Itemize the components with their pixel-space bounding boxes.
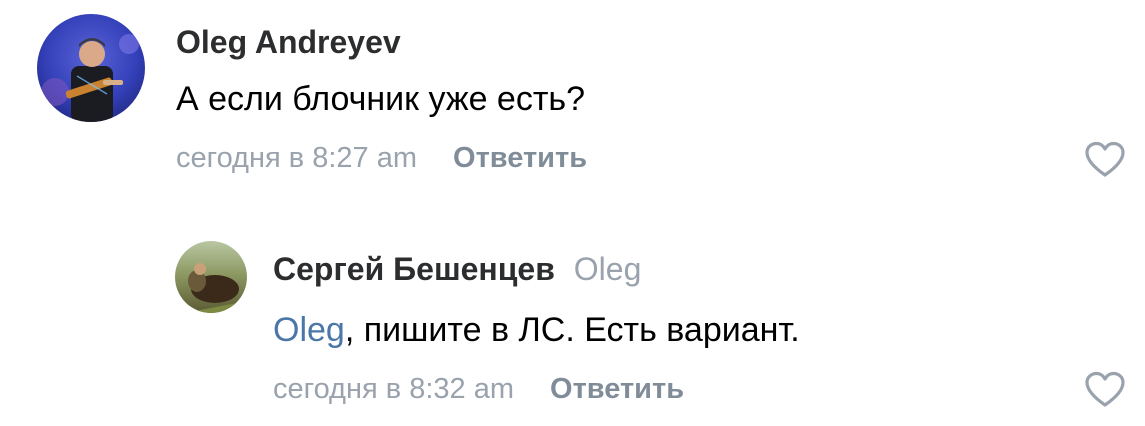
- comment-meta: сегодня в 8:32 am Ответить: [273, 371, 684, 407]
- heart-outline-icon: [1085, 141, 1125, 177]
- heart-outline-icon: [1085, 371, 1125, 407]
- author-name[interactable]: Сергей Бешенцев: [273, 251, 555, 287]
- comments-thread: Oleg Andreyev А если блочник уже есть? с…: [0, 0, 1145, 426]
- like-button[interactable]: [1084, 141, 1126, 179]
- comment-author[interactable]: Oleg Andreyev: [176, 22, 401, 62]
- comment-timestamp[interactable]: сегодня в 8:32 am: [273, 373, 514, 405]
- mention-link[interactable]: Oleg: [273, 311, 345, 349]
- like-button[interactable]: [1084, 371, 1126, 409]
- comment-timestamp[interactable]: сегодня в 8:27 am: [176, 142, 417, 174]
- comment-author[interactable]: Сергей Бешенцев Oleg: [273, 249, 641, 289]
- author-name[interactable]: Oleg Andreyev: [176, 24, 401, 60]
- comment-text: А если блочник уже есть?: [176, 77, 585, 121]
- comment-text: Oleg, пишите в ЛС. Есть вариант.: [273, 308, 800, 352]
- comment-body: , пишите в ЛС. Есть вариант.: [344, 311, 800, 349]
- comment-meta: сегодня в 8:27 am Ответить: [176, 140, 587, 176]
- comment-body: А если блочник уже есть?: [176, 80, 586, 118]
- reply-button[interactable]: Ответить: [550, 373, 684, 405]
- reply-to-name[interactable]: Oleg: [574, 251, 642, 287]
- avatar[interactable]: [37, 14, 145, 122]
- avatar[interactable]: [175, 241, 247, 313]
- avatar-photo: [175, 241, 247, 313]
- avatar-photo: [37, 14, 145, 122]
- reply-button[interactable]: Ответить: [453, 142, 587, 174]
